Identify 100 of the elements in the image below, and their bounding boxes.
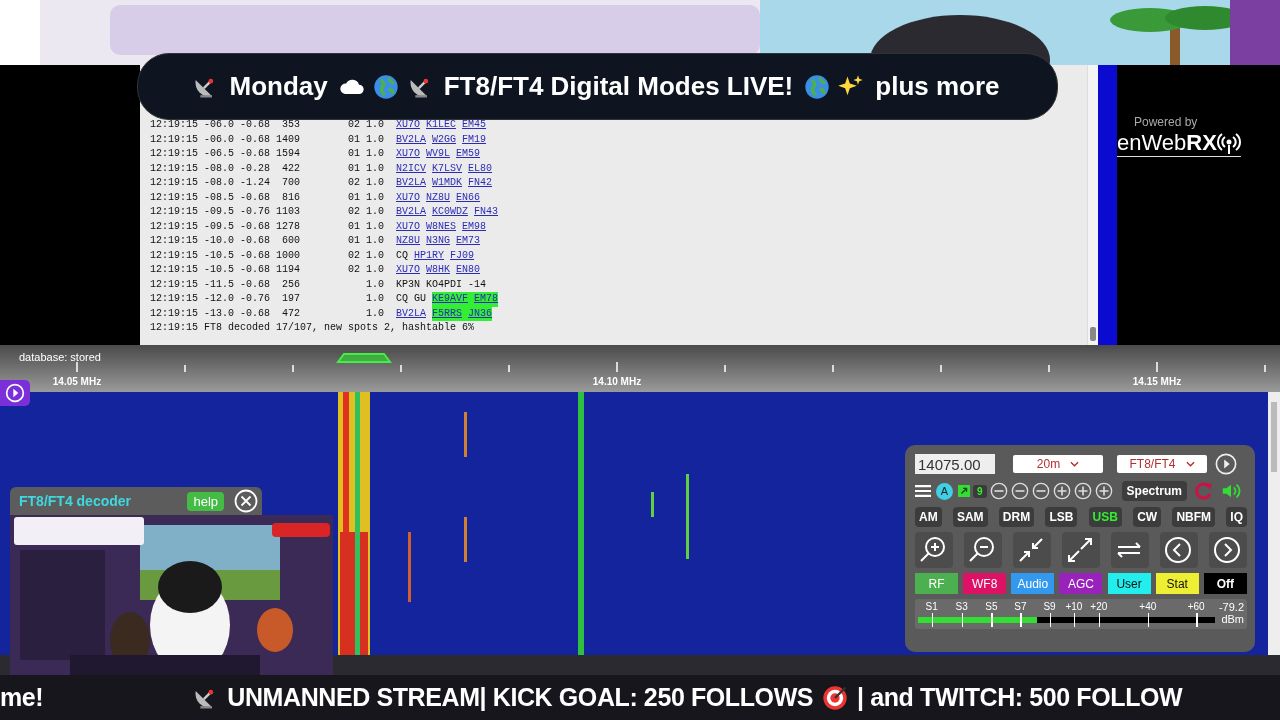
mode-button[interactable]: NBFM — [1172, 507, 1216, 527]
signal-reading: -79.2 — [1218, 601, 1244, 613]
minus-icon[interactable] — [989, 482, 1008, 500]
log-cell-text: 1.0 — [365, 176, 384, 190]
mode-button[interactable]: IQ — [1226, 507, 1247, 527]
mode-button[interactable]: CW — [1133, 507, 1162, 527]
plus-icon[interactable] — [1073, 482, 1092, 500]
panel-tab[interactable]: WF8 — [963, 573, 1007, 594]
antenna-icon — [1216, 131, 1241, 155]
mode-button[interactable]: DRM — [998, 507, 1035, 527]
mode-button[interactable]: LSB — [1045, 507, 1078, 527]
callsign-link[interactable]: EM59 — [456, 147, 481, 162]
ticker-text: UNMANNED STREAM| KICK GOAL: 250 FOLLOWS — [227, 683, 814, 712]
log-cell-text: 12:19:15 — [150, 292, 199, 306]
callsign-link[interactable]: BV2LA — [396, 176, 426, 191]
callsign-link[interactable]: K1LEC — [426, 118, 457, 133]
callsign-link[interactable]: W1MDK — [432, 176, 463, 191]
callsign-link[interactable]: KE9AVF — [432, 292, 469, 307]
log-cell-text: 12:19:15 — [150, 205, 199, 219]
caret-icon[interactable] — [1070, 461, 1080, 467]
log-cell-text: 256 — [281, 277, 300, 292]
callsign-link[interactable]: W8NES — [426, 219, 457, 234]
callsign-link[interactable]: HP1RY — [414, 248, 445, 263]
globe-icon — [371, 72, 400, 101]
callsign-link[interactable]: FN42 — [468, 176, 493, 191]
minus-icon[interactable] — [1031, 482, 1050, 500]
passband-marker[interactable] — [336, 353, 392, 363]
log-cell-text: 1.0 — [365, 234, 384, 248]
caret-icon[interactable] — [1185, 461, 1195, 467]
callsign-link[interactable]: BV2LA — [396, 306, 426, 321]
callsign-link[interactable]: W8HK — [426, 263, 451, 278]
band-select[interactable]: 20m — [1013, 455, 1103, 473]
log-cell-text: 12:19:15 — [150, 190, 199, 205]
callsign-link[interactable]: BV2LA — [396, 132, 426, 147]
plus-icon[interactable] — [1094, 482, 1113, 500]
callsign-link[interactable]: KC0WDZ — [432, 205, 469, 220]
scale-label: S5 — [985, 601, 998, 612]
callsign-link[interactable]: FJ09 — [450, 248, 475, 263]
callsign-link[interactable]: N3NG — [426, 234, 451, 249]
play-icon[interactable] — [1215, 453, 1237, 475]
callsign-link[interactable]: EM78 — [468, 292, 499, 307]
callsign-link[interactable]: NZ8U — [426, 190, 451, 205]
ticker-text: me! — [0, 683, 44, 712]
log-cell-text: -0.68 — [240, 219, 271, 234]
profile-select[interactable]: FT8/FT4 — [1117, 455, 1207, 473]
mode-button[interactable]: USB — [1088, 507, 1122, 527]
frequency-ruler[interactable]: database: stored 14.05 MHz 14.10 MHz 14.15 MHz — [0, 345, 1280, 392]
callsign-link[interactable]: XU7O — [396, 147, 420, 162]
callsign-link[interactable]: EL80 — [468, 161, 493, 176]
log-cell-text: 12:19:15 — [150, 306, 199, 321]
callsign-link[interactable]: EN80 — [456, 263, 481, 278]
spectrum-button[interactable]: Spectrum — [1121, 481, 1187, 501]
callsign-link[interactable]: EN66 — [456, 190, 481, 205]
scrollbar[interactable] — [1087, 65, 1098, 345]
squelch-badge[interactable]: 9 — [973, 484, 987, 498]
log-cell: 1000 — [276, 248, 300, 263]
callsign-link[interactable]: FM19 — [462, 132, 487, 147]
log-cell-text: 12:19:15 — [150, 132, 199, 147]
play-button[interactable] — [0, 380, 30, 406]
log-cell-text: 1.0 — [365, 190, 384, 205]
mode-button[interactable]: AM — [915, 507, 942, 527]
log-cell-text: 02 — [348, 118, 360, 132]
callsign-link[interactable]: EM98 — [462, 219, 487, 234]
callsign-link[interactable]: WV9L — [426, 147, 451, 162]
close-icon[interactable] — [234, 489, 258, 513]
log-cell-text: 12:19:15 — [150, 219, 199, 234]
log-cell-text: -0.68 — [240, 277, 271, 292]
globe-icon — [803, 72, 832, 101]
database-status: database: stored — [19, 351, 101, 363]
log-cell-text: 12:19:15 — [150, 176, 199, 190]
scrollbar[interactable] — [1268, 392, 1280, 655]
log-text: CQ GU — [396, 292, 426, 306]
speaker-icon[interactable] — [1220, 481, 1241, 501]
callsign-link[interactable]: XU7O — [396, 190, 420, 205]
log-cell-text: -0.68 — [240, 263, 271, 277]
panel-tab[interactable]: AGC — [1059, 573, 1103, 594]
callsign-link[interactable]: W2GG — [432, 132, 457, 147]
arrow-icon[interactable] — [958, 485, 970, 497]
plus-icon[interactable] — [1052, 482, 1071, 500]
frequency-input[interactable]: 14075.00 — [915, 454, 995, 474]
menu-icon[interactable] — [915, 484, 931, 498]
callsign-link[interactable]: BV2LA — [396, 205, 426, 220]
log-cell-text: -0.68 — [240, 190, 271, 205]
log-cell: 01 — [348, 161, 360, 176]
avatar-badge[interactable]: A — [936, 482, 953, 500]
panel-tab[interactable]: Stat — [1155, 573, 1199, 594]
callsign-link[interactable]: EM45 — [462, 118, 487, 133]
mode-button[interactable]: SAM — [952, 507, 988, 527]
callsign-link[interactable]: NZ8U — [396, 234, 420, 249]
callsign-link[interactable]: N2ICV — [396, 161, 426, 176]
callsign-link[interactable]: FN43 — [474, 205, 499, 220]
callsign-link[interactable]: XU7O — [396, 219, 420, 234]
callsign-link[interactable]: XU7O — [396, 118, 420, 133]
log-cell-text: 12:19:15 — [150, 248, 199, 263]
panel-tab[interactable]: Off — [1203, 573, 1247, 594]
callsign-link[interactable]: EM73 — [456, 234, 481, 249]
callsign-link[interactable]: K7LSV — [432, 161, 463, 176]
callsign-link[interactable]: XU7O — [396, 263, 420, 278]
panel-tab[interactable]: User — [1107, 573, 1151, 594]
minus-icon[interactable] — [1010, 482, 1029, 500]
